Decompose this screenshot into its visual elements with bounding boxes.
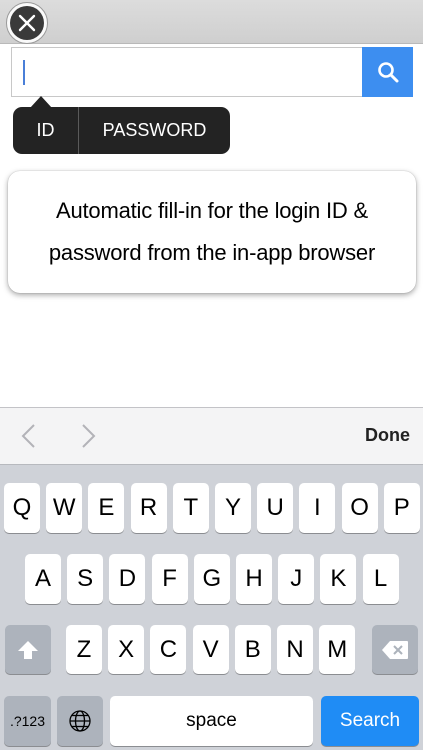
magnifier-icon xyxy=(377,62,398,83)
key-f[interactable]: F xyxy=(151,554,188,604)
key-y[interactable]: Y xyxy=(215,483,251,533)
key-a[interactable]: A xyxy=(25,554,61,604)
key-e[interactable]: E xyxy=(88,483,125,533)
info-line-1: Automatic fill-in for the login ID & xyxy=(56,198,368,223)
search-button[interactable] xyxy=(362,47,413,97)
key-g[interactable]: G xyxy=(193,554,230,604)
chevron-left-icon xyxy=(21,424,35,448)
info-line-2: password from the in-app browser xyxy=(48,240,376,265)
backspace-icon xyxy=(382,640,408,659)
keyboard: .?123 space Search QWERTYUIOP ASDFGHJKL ZX… xyxy=(0,464,423,750)
key-z[interactable]: Z xyxy=(66,625,102,674)
text-cursor xyxy=(23,60,25,85)
key-s[interactable]: S xyxy=(67,554,104,604)
autofill-password-button[interactable]: PASSWORD xyxy=(79,107,230,154)
key-x[interactable]: X xyxy=(108,625,145,674)
close-button[interactable] xyxy=(6,2,48,44)
keyboard-accessory-bar: Done xyxy=(0,407,423,464)
key-t[interactable]: T xyxy=(172,483,209,533)
autofill-menu: ID PASSWORD xyxy=(13,107,230,154)
key-n[interactable]: N xyxy=(277,625,313,674)
next-field-button[interactable] xyxy=(73,421,103,451)
key-o[interactable]: O xyxy=(341,483,378,533)
top-bar xyxy=(0,0,423,44)
globe-icon xyxy=(69,710,91,732)
globe-key[interactable] xyxy=(57,696,103,746)
key-l[interactable]: L xyxy=(362,554,399,604)
search-input[interactable] xyxy=(11,47,362,97)
key-i[interactable]: I xyxy=(299,483,336,533)
key-h[interactable]: H xyxy=(236,554,272,604)
key-p[interactable]: P xyxy=(383,483,420,533)
key-v[interactable]: V xyxy=(192,625,229,674)
delete-key[interactable] xyxy=(372,625,418,674)
key-j[interactable]: J xyxy=(278,554,315,604)
shift-key[interactable] xyxy=(5,625,51,674)
autofill-id-button[interactable]: ID xyxy=(13,107,78,154)
done-button[interactable]: Done xyxy=(365,425,410,446)
key-q[interactable]: Q xyxy=(4,483,40,533)
key-w[interactable]: W xyxy=(46,483,83,533)
search-bar xyxy=(11,47,413,97)
chevron-right-icon xyxy=(82,424,96,448)
close-icon xyxy=(10,6,44,40)
info-card: Automatic fill-in for the login ID & pas… xyxy=(8,171,416,293)
shift-arrow-icon xyxy=(18,640,38,659)
key-k[interactable]: K xyxy=(320,554,357,604)
key-u[interactable]: U xyxy=(257,483,294,533)
search-key[interactable]: Search xyxy=(321,696,419,746)
key-c[interactable]: C xyxy=(150,625,187,674)
space-key[interactable]: space xyxy=(110,696,313,746)
previous-field-button[interactable] xyxy=(14,421,44,451)
key-r[interactable]: R xyxy=(130,483,167,533)
key-m[interactable]: M xyxy=(319,625,356,674)
numbers-key[interactable]: .?123 xyxy=(4,696,51,746)
key-d[interactable]: D xyxy=(109,554,146,604)
info-card-text: Automatic fill-in for the login ID & pas… xyxy=(49,190,375,274)
key-b[interactable]: B xyxy=(234,625,271,674)
